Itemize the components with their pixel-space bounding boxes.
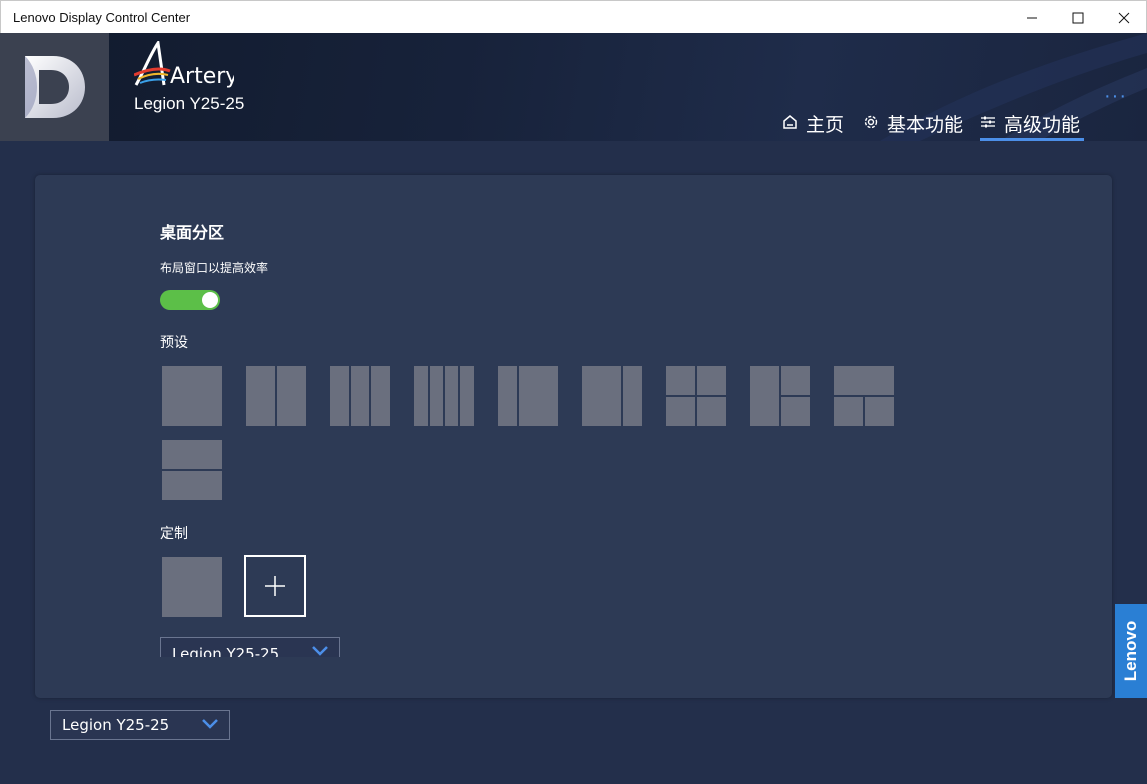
window-title: Lenovo Display Control Center: [13, 10, 191, 25]
close-icon: [1118, 12, 1130, 23]
preset-layout-left-full-right-split[interactable]: [750, 366, 810, 426]
inner-monitor-select[interactable]: Legion Y25-25: [160, 637, 340, 657]
partition-toggle[interactable]: [160, 290, 220, 310]
minimize-icon: [1027, 17, 1037, 18]
tab-basic-label: 基本功能: [887, 113, 964, 136]
preset-layout-two-columns[interactable]: [246, 366, 306, 426]
tab-home[interactable]: 主页: [782, 105, 844, 141]
lenovo-side-tab-label: Lenovo: [1121, 620, 1141, 682]
preset-layout-narrow-left-wide-right[interactable]: [498, 366, 558, 426]
artery-brand-logo: Artery: [133, 38, 238, 94]
preset-layout-four-grid[interactable]: [666, 366, 726, 426]
custom-label: 定制: [160, 526, 188, 542]
preset-layout-single[interactable]: [162, 366, 222, 426]
close-button[interactable]: [1101, 1, 1147, 34]
svg-text:Artery: Artery: [170, 64, 234, 89]
gear-icon: [863, 114, 881, 132]
tab-advanced-functions[interactable]: 高级功能: [980, 105, 1085, 141]
maximize-button[interactable]: [1055, 1, 1101, 34]
minimize-button[interactable]: [1009, 1, 1055, 34]
sliders-icon: [980, 114, 998, 132]
inner-monitor-select-value: Legion Y25-25: [172, 645, 280, 657]
tab-basic-functions[interactable]: 基本功能: [863, 105, 963, 141]
app-logo: [0, 33, 109, 141]
chevron-down-icon: [312, 646, 328, 656]
desktop-partition-card: [35, 175, 1112, 698]
monitor-select-value: Legion Y25-25: [62, 716, 170, 734]
preset-label: 预设: [160, 335, 188, 351]
section-title: 桌面分区: [160, 223, 225, 242]
window-titlebar: Lenovo Display Control Center: [0, 0, 1147, 33]
section-description: 布局窗口以提高效率: [160, 261, 269, 275]
maximize-icon: [1072, 12, 1084, 23]
plus-icon: [265, 576, 285, 596]
monitor-model-name: Legion Y25-25: [134, 94, 245, 113]
preset-layout-four-columns[interactable]: [414, 366, 474, 426]
chevron-down-icon: [202, 719, 218, 729]
lenovo-side-tab[interactable]: Lenovo: [1115, 604, 1147, 698]
tab-advanced-label: 高级功能: [1004, 113, 1081, 136]
monitor-select[interactable]: Legion Y25-25: [50, 710, 230, 740]
preset-layout-top-full-bottom-split[interactable]: [834, 366, 894, 426]
add-custom-layout-button[interactable]: [244, 555, 306, 617]
custom-layout-single[interactable]: [162, 557, 222, 617]
app-header: Artery Legion Y25-25 主页 基本功能 高级功能: [0, 33, 1147, 141]
toggle-knob: [202, 292, 218, 308]
home-icon: [782, 114, 800, 132]
preset-layout-three-columns[interactable]: [330, 366, 390, 426]
preset-layout-wide-left-narrow-right[interactable]: [582, 366, 642, 426]
tab-home-label: 主页: [806, 113, 845, 136]
d-logo-icon: [24, 56, 85, 118]
preset-layout-two-rows[interactable]: [162, 440, 222, 500]
more-menu-button[interactable]: ···: [1104, 85, 1127, 108]
